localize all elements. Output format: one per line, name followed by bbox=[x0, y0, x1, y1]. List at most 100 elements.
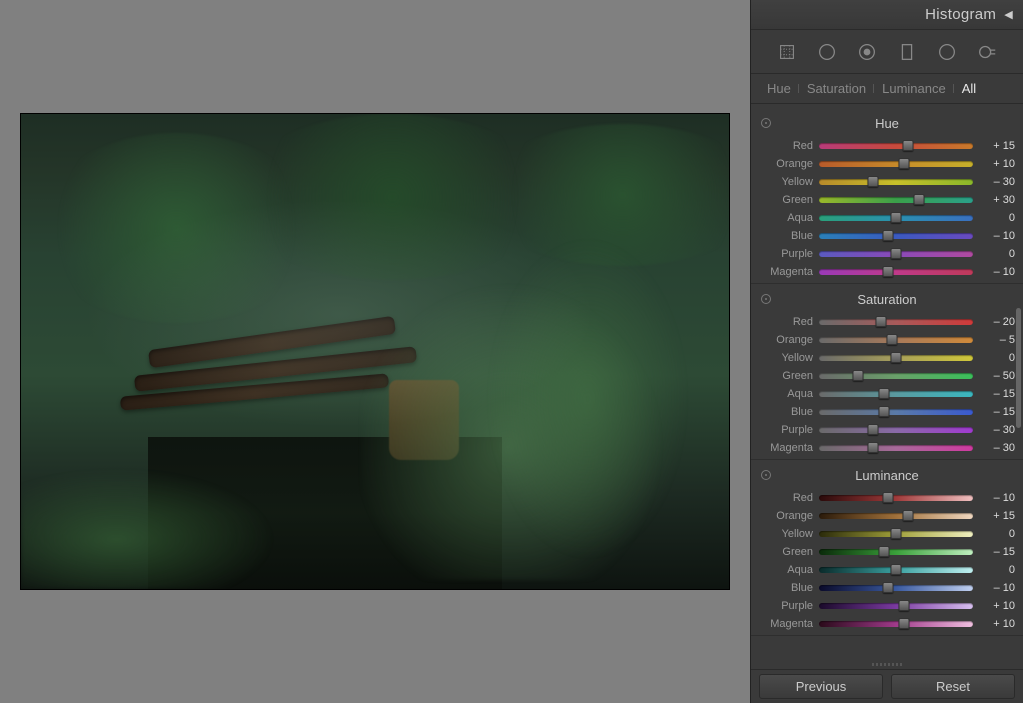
hue-yellow-slider[interactable] bbox=[819, 179, 973, 185]
slider-knob[interactable] bbox=[898, 600, 909, 611]
slider-value: 0 bbox=[979, 248, 1015, 260]
slider-knob[interactable] bbox=[852, 370, 863, 381]
hsl-sliders-container: HueRed+ 15Orange+ 10Yellow– 30Green+ 30A… bbox=[751, 104, 1023, 659]
luminance-red-slider[interactable] bbox=[819, 495, 973, 501]
saturation-purple-slider[interactable] bbox=[819, 427, 973, 433]
crop-tool-icon[interactable] bbox=[774, 39, 800, 65]
hue-purple-slider[interactable] bbox=[819, 251, 973, 257]
panel-scrollbar[interactable] bbox=[1015, 72, 1023, 663]
slider-knob[interactable] bbox=[902, 510, 913, 521]
saturation-aqua-slider[interactable] bbox=[819, 391, 973, 397]
luminance-purple-slider[interactable] bbox=[819, 603, 973, 609]
hue-red-slider[interactable] bbox=[819, 143, 973, 149]
tab-all[interactable]: All bbox=[954, 81, 984, 96]
hue-aqua-slider[interactable] bbox=[819, 215, 973, 221]
saturation-green-slider[interactable] bbox=[819, 373, 973, 379]
radial-filter-icon[interactable] bbox=[934, 39, 960, 65]
slider-knob[interactable] bbox=[898, 618, 909, 629]
slider-label: Blue bbox=[757, 582, 813, 594]
luminance-green-slider[interactable] bbox=[819, 549, 973, 555]
slider-value: – 15 bbox=[979, 388, 1015, 400]
slider-knob[interactable] bbox=[883, 492, 894, 503]
section-title-luminance: Luminance bbox=[751, 466, 1023, 489]
slider-value: – 10 bbox=[979, 582, 1015, 594]
slider-knob[interactable] bbox=[875, 316, 886, 327]
slider-label: Blue bbox=[757, 406, 813, 418]
slider-knob[interactable] bbox=[883, 582, 894, 593]
slider-knob[interactable] bbox=[898, 158, 909, 169]
slider-knob[interactable] bbox=[914, 194, 925, 205]
slider-knob[interactable] bbox=[887, 334, 898, 345]
slider-value: – 10 bbox=[979, 492, 1015, 504]
slider-label: Aqua bbox=[757, 564, 813, 576]
slider-label: Yellow bbox=[757, 352, 813, 364]
luminance-orange-slider[interactable] bbox=[819, 513, 973, 519]
slider-label: Yellow bbox=[757, 176, 813, 188]
hsl-tabs: HueSaturationLuminanceAll bbox=[751, 74, 1023, 104]
slider-label: Purple bbox=[757, 600, 813, 612]
tab-lum[interactable]: Luminance bbox=[874, 81, 954, 96]
luminance-yellow-slider[interactable] bbox=[819, 531, 973, 537]
slider-label: Green bbox=[757, 194, 813, 206]
hue-magenta-slider[interactable] bbox=[819, 269, 973, 275]
slider-value: – 10 bbox=[979, 266, 1015, 278]
slider-knob[interactable] bbox=[867, 442, 878, 453]
slider-label: Green bbox=[757, 370, 813, 382]
slider-knob[interactable] bbox=[867, 176, 878, 187]
slider-label: Yellow bbox=[757, 528, 813, 540]
hue-green-slider[interactable] bbox=[819, 197, 973, 203]
slider-value: 0 bbox=[979, 212, 1015, 224]
slider-label: Magenta bbox=[757, 442, 813, 454]
adjustment-brush-icon[interactable] bbox=[974, 39, 1000, 65]
panel-footer: Previous Reset bbox=[751, 669, 1023, 703]
slider-value: – 15 bbox=[979, 406, 1015, 418]
redeye-icon[interactable] bbox=[854, 39, 880, 65]
slider-label: Magenta bbox=[757, 618, 813, 630]
saturation-orange-slider[interactable] bbox=[819, 337, 973, 343]
previous-button[interactable]: Previous bbox=[759, 674, 883, 699]
slider-knob[interactable] bbox=[867, 424, 878, 435]
saturation-yellow-slider[interactable] bbox=[819, 355, 973, 361]
slider-knob[interactable] bbox=[891, 352, 902, 363]
slider-label: Aqua bbox=[757, 212, 813, 224]
slider-value: + 30 bbox=[979, 194, 1015, 206]
saturation-magenta-slider[interactable] bbox=[819, 445, 973, 451]
panel-header[interactable]: Histogram ◀ bbox=[751, 0, 1023, 30]
slider-knob[interactable] bbox=[879, 388, 890, 399]
targeted-adjustment-icon[interactable] bbox=[761, 470, 771, 480]
slider-knob[interactable] bbox=[879, 546, 890, 557]
hue-orange-slider[interactable] bbox=[819, 161, 973, 167]
luminance-blue-slider[interactable] bbox=[819, 585, 973, 591]
resize-grip[interactable] bbox=[751, 659, 1023, 669]
section-title-hue: Hue bbox=[751, 114, 1023, 137]
slider-knob[interactable] bbox=[891, 248, 902, 259]
saturation-blue-slider[interactable] bbox=[819, 409, 973, 415]
spot-removal-icon[interactable] bbox=[814, 39, 840, 65]
slider-label: Blue bbox=[757, 230, 813, 242]
graduated-filter-icon[interactable] bbox=[894, 39, 920, 65]
slider-knob[interactable] bbox=[879, 406, 890, 417]
targeted-adjustment-icon[interactable] bbox=[761, 294, 771, 304]
image-canvas[interactable] bbox=[0, 0, 750, 703]
slider-knob[interactable] bbox=[891, 528, 902, 539]
luminance-magenta-slider[interactable] bbox=[819, 621, 973, 627]
slider-knob[interactable] bbox=[883, 266, 894, 277]
slider-knob[interactable] bbox=[902, 140, 913, 151]
slider-label: Orange bbox=[757, 158, 813, 170]
tab-hue[interactable]: Hue bbox=[759, 81, 799, 96]
saturation-red-slider[interactable] bbox=[819, 319, 973, 325]
targeted-adjustment-icon[interactable] bbox=[761, 118, 771, 128]
slider-knob[interactable] bbox=[883, 230, 894, 241]
reset-button[interactable]: Reset bbox=[891, 674, 1015, 699]
slider-knob[interactable] bbox=[891, 564, 902, 575]
tab-sat[interactable]: Saturation bbox=[799, 81, 874, 96]
slider-value: + 10 bbox=[979, 158, 1015, 170]
luminance-aqua-slider[interactable] bbox=[819, 567, 973, 573]
slider-value: 0 bbox=[979, 352, 1015, 364]
slider-knob[interactable] bbox=[891, 212, 902, 223]
slider-label: Orange bbox=[757, 510, 813, 522]
panel-title: Histogram bbox=[925, 6, 996, 23]
hue-blue-slider[interactable] bbox=[819, 233, 973, 239]
slider-value: + 15 bbox=[979, 140, 1015, 152]
slider-value: – 30 bbox=[979, 176, 1015, 188]
